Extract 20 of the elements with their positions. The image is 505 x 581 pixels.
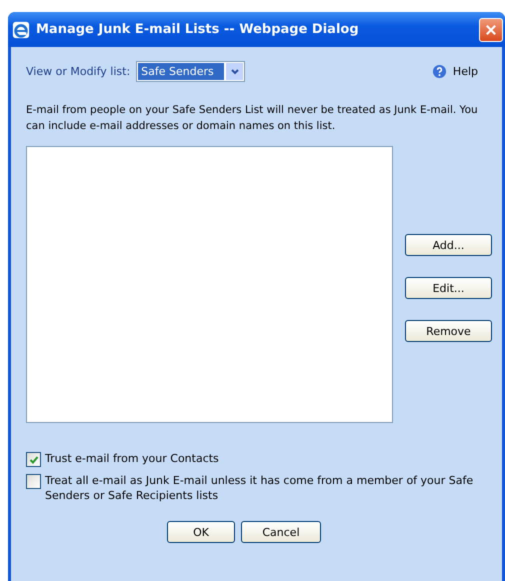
ok-button[interactable]: OK xyxy=(167,521,235,543)
close-icon xyxy=(484,22,498,36)
help-link[interactable]: Help xyxy=(452,65,478,78)
window-title: Manage Junk E-mail Lists -- Webpage Dialog xyxy=(36,22,360,37)
browser-logo-icon xyxy=(12,20,30,38)
list-label: View or Modify list: xyxy=(26,65,130,78)
caret-icon xyxy=(230,66,240,76)
cancel-button[interactable]: Cancel xyxy=(241,521,321,543)
checkbox[interactable] xyxy=(26,452,41,467)
checkbox[interactable] xyxy=(26,474,41,489)
list-action-button[interactable]: Add... xyxy=(405,234,492,256)
checkmark-icon xyxy=(28,454,38,464)
option-label: Treat all e-mail as Junk E-mail unless it has come from a member of your Safe Senders or Safe Recipients lists xyxy=(45,473,474,503)
description-text: E-mail from people on your Safe Senders List will never be treated as Junk E-mail. You can include e-mail addresses or domain names on this list. xyxy=(26,103,479,134)
close-button[interactable] xyxy=(479,18,503,42)
list-dropdown[interactable]: Safe Senders xyxy=(136,61,246,82)
option-label: Trust e-mail from your Contacts xyxy=(45,451,219,466)
list-action-button[interactable]: Edit... xyxy=(405,277,492,299)
help-icon[interactable] xyxy=(432,64,447,79)
list-action-button[interactable]: Remove xyxy=(405,320,492,342)
